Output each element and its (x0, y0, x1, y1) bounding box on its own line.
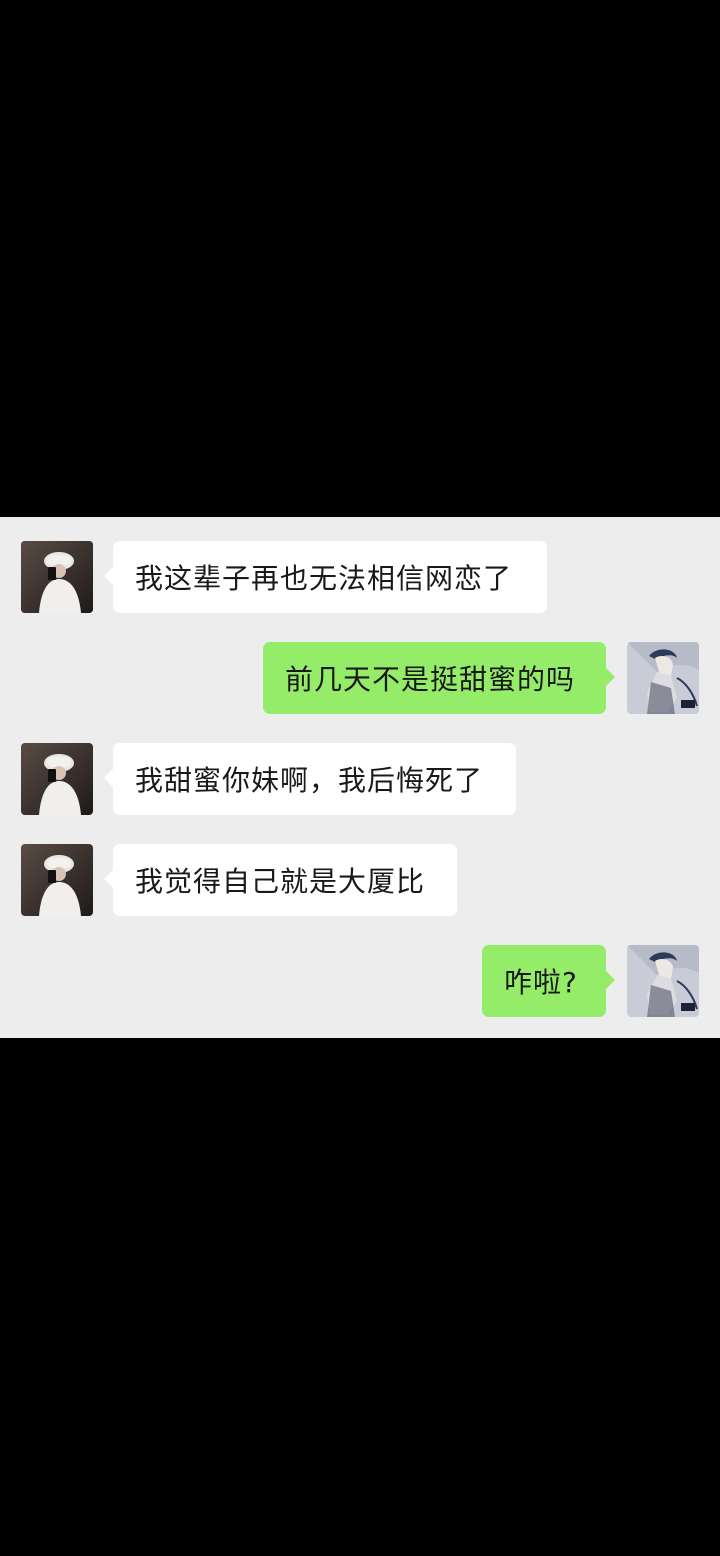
top-letterbox (0, 0, 720, 517)
contact-avatar[interactable] (21, 743, 93, 815)
contact-avatar[interactable] (21, 541, 93, 613)
message-text: 我甜蜜你妹啊，我后悔死了 (135, 764, 484, 797)
person-photo-icon (21, 541, 93, 613)
message-text: 我觉得自己就是大厦比 (135, 865, 426, 898)
person-photo-icon (21, 743, 93, 815)
message-text: 前几天不是挺甜蜜的吗 (285, 663, 576, 696)
message-row-incoming: 我觉得自己就是大厦比 (0, 844, 720, 916)
message-text: 我这辈子再也无法相信网恋了 (135, 562, 513, 595)
message-row-incoming: 我这辈子再也无法相信网恋了 (0, 541, 720, 613)
message-text: 咋啦? (504, 966, 578, 999)
bottom-letterbox (0, 1038, 720, 1556)
anime-character-icon (627, 642, 699, 714)
my-avatar[interactable] (627, 945, 699, 1017)
my-avatar[interactable] (627, 642, 699, 714)
message-row-incoming: 我甜蜜你妹啊，我后悔死了 (0, 743, 720, 815)
message-bubble[interactable]: 我觉得自己就是大厦比 (104, 844, 457, 916)
message-bubble[interactable]: 我这辈子再也无法相信网恋了 (104, 541, 547, 613)
message-bubble[interactable]: 前几天不是挺甜蜜的吗 (263, 642, 615, 714)
contact-avatar[interactable] (21, 844, 93, 916)
message-row-outgoing: 前几天不是挺甜蜜的吗 (0, 642, 720, 714)
message-bubble[interactable]: 咋啦? (482, 945, 615, 1017)
person-photo-icon (21, 844, 93, 916)
message-row-outgoing: 咋啦? (0, 945, 720, 1017)
anime-character-icon (627, 945, 699, 1017)
message-bubble[interactable]: 我甜蜜你妹啊，我后悔死了 (104, 743, 516, 815)
chat-message-list[interactable]: 我这辈子再也无法相信网恋了 前几天不是挺甜蜜的吗 我甜蜜你妹啊，我后悔死了 我觉… (0, 517, 720, 1038)
